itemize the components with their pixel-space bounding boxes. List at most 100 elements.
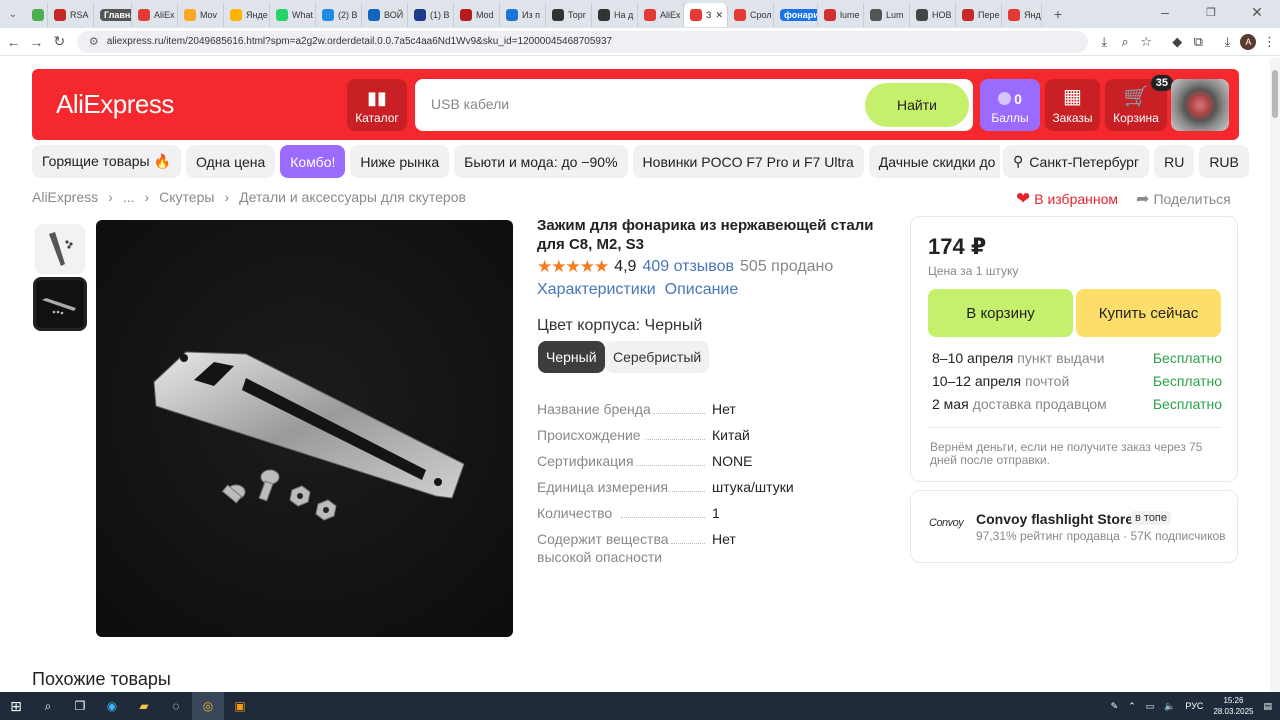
- browser-tab[interactable]: Янде: [224, 3, 270, 27]
- color-option-silver[interactable]: Серебристый: [605, 341, 710, 373]
- flashlight-clip-image: [153, 351, 465, 521]
- browser-tab[interactable]: lume: [818, 3, 864, 27]
- file-explorer-icon[interactable]: ▰: [128, 692, 160, 720]
- breadcrumb-item[interactable]: Детали и аксессуары для скутеров: [239, 189, 466, 205]
- browser-tab[interactable]: What: [270, 3, 316, 27]
- extension-badge-icon[interactable]: ◆: [1167, 31, 1188, 53]
- orders-button[interactable]: ▦ Заказы: [1045, 79, 1100, 131]
- tab-favicon-icon: [460, 9, 472, 21]
- zoom-icon[interactable]: ⌕: [1115, 31, 1136, 53]
- language-selector[interactable]: RU: [1154, 145, 1195, 178]
- forward-icon[interactable]: →: [25, 30, 48, 54]
- chevron-up-icon[interactable]: ⌃: [1128, 701, 1136, 712]
- browser-tab[interactable]: З ✕: [684, 3, 728, 27]
- search-icon[interactable]: ⌕: [32, 692, 64, 720]
- clock[interactable]: 15:26 28.03.2025: [1213, 695, 1253, 717]
- browser-tab[interactable]: Торг: [546, 3, 592, 27]
- category-pill[interactable]: Комбо!: [280, 145, 346, 178]
- minimize-icon[interactable]: –: [1142, 0, 1188, 24]
- store-card[interactable]: Convoy Convoy flashlight Store в топе 97…: [910, 490, 1238, 563]
- app-icon-2[interactable]: ▣: [224, 692, 256, 720]
- browser-tab[interactable]: НОВ: [910, 3, 956, 27]
- search-button[interactable]: Найти: [865, 83, 969, 127]
- points-button[interactable]: 0 Баллы: [980, 79, 1040, 131]
- browser-tab[interactable]: Янд: [1002, 3, 1042, 27]
- menu-icon[interactable]: ⋮: [1259, 31, 1280, 53]
- back-icon[interactable]: ←: [2, 30, 25, 54]
- search-box[interactable]: USB кабели Найти: [415, 79, 973, 131]
- tab-close-icon[interactable]: ✕: [715, 10, 723, 21]
- browser-tab[interactable]: фонари: [774, 3, 818, 27]
- breadcrumb-item[interactable]: ...: [123, 189, 135, 205]
- add-to-cart-button[interactable]: В корзину: [928, 289, 1073, 337]
- edge-icon[interactable]: ◉: [96, 692, 128, 720]
- windows-start-icon[interactable]: ⊞: [0, 692, 32, 720]
- task-view-icon[interactable]: ❐: [64, 692, 96, 720]
- browser-tab[interactable]: AliEx: [132, 3, 178, 27]
- reload-icon[interactable]: ↻: [48, 30, 71, 54]
- bookmark-star-icon[interactable]: ☆: [1136, 31, 1157, 53]
- browser-tab[interactable]: Главная: [94, 3, 132, 27]
- aliexpress-logo[interactable]: AliExpress: [56, 89, 174, 120]
- reviews-link[interactable]: 409 отзывов: [642, 258, 734, 276]
- network-icon[interactable]: ▭: [1146, 701, 1155, 712]
- pen-icon[interactable]: ✎: [1111, 701, 1119, 712]
- browser-tab[interactable]: Lum: [864, 3, 910, 27]
- category-pill[interactable]: Новинки POCO F7 Pro и F7 Ultra: [632, 145, 864, 178]
- cart-button[interactable]: 🛒 Корзина 35: [1105, 75, 1173, 131]
- tab-search-icon[interactable]: ⌄: [0, 2, 26, 26]
- url-field[interactable]: ⚙ aliexpress.ru/item/2049685616.html?spm…: [76, 30, 1088, 53]
- browser-tab[interactable]: ВОЙ: [362, 3, 408, 27]
- product-main-image[interactable]: [96, 220, 513, 637]
- category-pill[interactable]: Дачные скидки до 70%: [868, 145, 1000, 178]
- browser-tab[interactable]: Срол: [728, 3, 774, 27]
- scrollbar-thumb[interactable]: [1272, 70, 1278, 118]
- city-selector[interactable]: ⚲ Санкт-Петербург: [1003, 145, 1150, 178]
- browser-tab[interactable]: (1) B: [408, 3, 454, 27]
- chrome-icon[interactable]: ◎: [192, 692, 224, 720]
- category-pill[interactable]: Ниже рынка: [350, 145, 450, 178]
- category-pill[interactable]: Горящие товары 🔥: [32, 145, 181, 178]
- app-icon[interactable]: ◌: [160, 692, 192, 720]
- currency-selector[interactable]: RUB: [1199, 145, 1249, 178]
- tab-specs[interactable]: Характеристики: [537, 281, 656, 299]
- profile-avatar[interactable]: A: [1238, 31, 1259, 53]
- thumbnail-1[interactable]: [35, 224, 85, 274]
- color-option-black[interactable]: Черный: [538, 341, 605, 373]
- delivery-option: 2 мая доставка продавцом Бесплатно: [932, 396, 1222, 416]
- browser-tab[interactable]: Пере: [956, 3, 1002, 27]
- user-avatar[interactable]: [1171, 79, 1229, 131]
- favorite-button[interactable]: ❤ В избранном: [1016, 189, 1118, 209]
- category-pill[interactable]: Одна цена: [185, 145, 276, 178]
- browser-tab[interactable]: На д: [592, 3, 638, 27]
- category-pill[interactable]: Бьюти и мода: до −90%: [454, 145, 628, 178]
- tab-description[interactable]: Описание: [665, 281, 739, 299]
- search-input[interactable]: USB кабели: [431, 96, 509, 112]
- breadcrumb-item[interactable]: Скутеры: [159, 189, 214, 205]
- site-info-icon[interactable]: ⚙: [89, 35, 99, 48]
- browser-tab[interactable]: (2) B: [316, 3, 362, 27]
- browser-tab[interactable]: [26, 3, 48, 27]
- catalog-button[interactable]: ▮▮ Каталог: [347, 79, 407, 131]
- share-button[interactable]: ➦ Поделиться: [1136, 189, 1231, 209]
- tab-favicon-icon: [230, 9, 242, 21]
- browser-tab[interactable]: Из п: [500, 3, 546, 27]
- notifications-icon[interactable]: ▤: [1263, 701, 1272, 712]
- install-icon[interactable]: ⤓: [1094, 31, 1115, 53]
- page-scrollbar[interactable]: [1270, 58, 1280, 692]
- input-language[interactable]: РУС: [1185, 701, 1203, 711]
- speaker-icon[interactable]: 🔈: [1164, 701, 1175, 712]
- new-tab-button[interactable]: +: [1046, 2, 1070, 26]
- browser-tab[interactable]: Mod: [454, 3, 500, 27]
- browser-tab[interactable]: AliEx: [638, 3, 684, 27]
- buy-now-button[interactable]: Купить сейчас: [1076, 289, 1221, 337]
- close-window-icon[interactable]: ✕: [1234, 0, 1280, 24]
- breadcrumb-item[interactable]: AliExpress: [32, 189, 98, 205]
- thumbnail-2[interactable]: [33, 277, 87, 331]
- browser-tab[interactable]: Mov: [178, 3, 224, 27]
- download-icon[interactable]: ⤓: [1217, 31, 1238, 53]
- extensions-icon[interactable]: ⧉: [1188, 31, 1209, 53]
- browser-tab[interactable]: RSA: [48, 3, 94, 27]
- store-name[interactable]: Convoy flashlight Store: [976, 511, 1133, 527]
- maximize-icon[interactable]: ❐: [1188, 0, 1234, 24]
